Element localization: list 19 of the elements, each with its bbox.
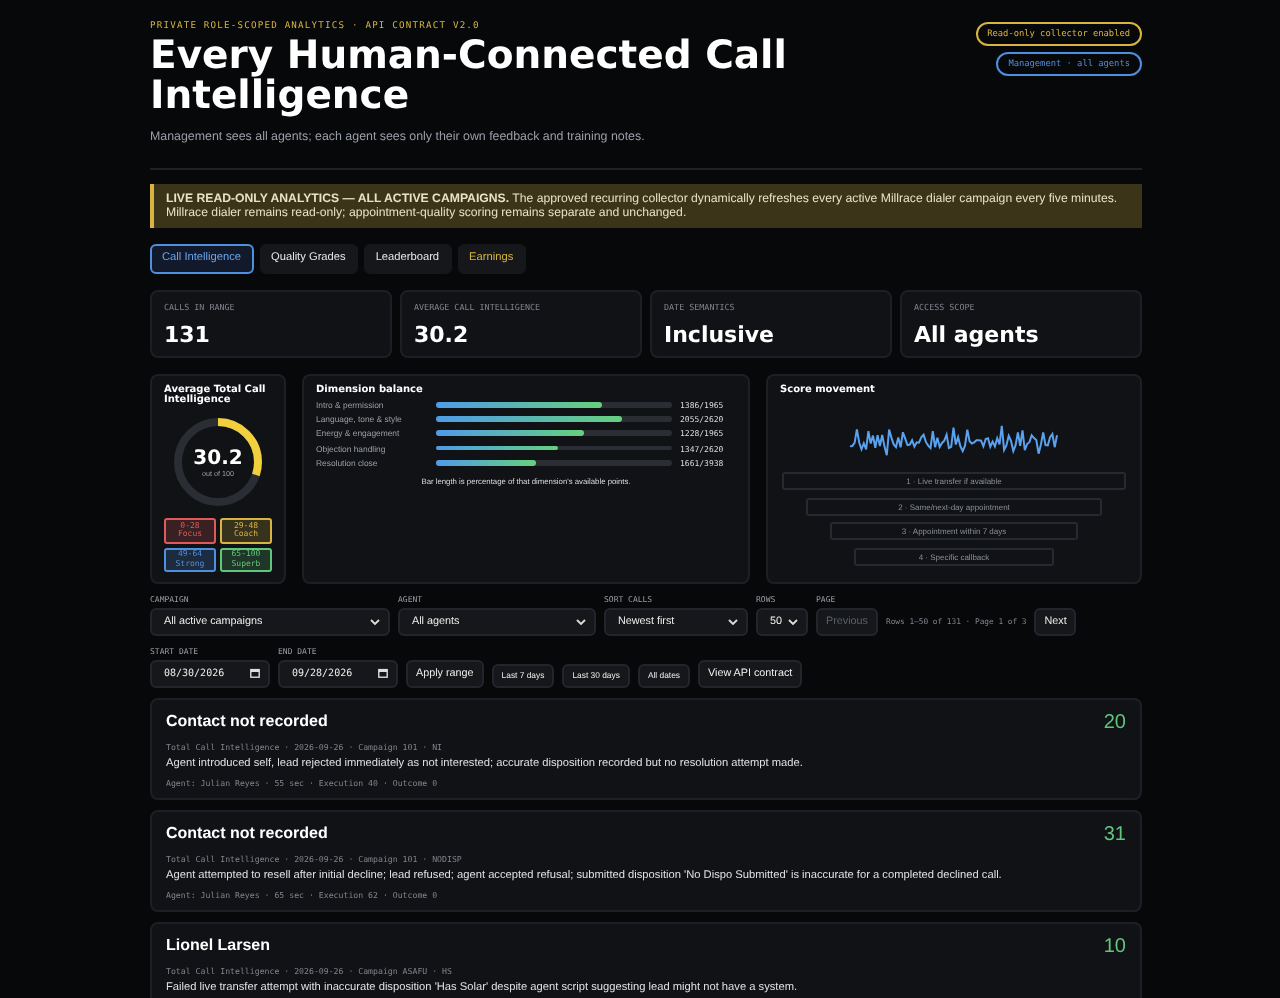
calendar-icon [250,668,260,679]
stat-value: Inclusive [664,321,776,348]
call-score: 10 [1103,935,1126,958]
call-title: Contact not recorded [166,823,328,842]
stat-value: 131 [164,321,212,348]
call-score: 20 [1103,711,1126,734]
gauge-value: 30.2 [193,447,243,469]
calendar-icon [378,668,388,679]
page-title: Every Human-Connected Call Intelligence [150,36,789,116]
chevron-icon [370,617,380,626]
gauge-ring [170,414,266,510]
stat-value: 30.2 [414,321,471,348]
chevron-icon [576,617,586,626]
chevron-icon [728,617,738,626]
chevron-icon [788,617,798,626]
call-title: Contact not recorded [166,711,328,730]
stat-value: All agents [914,321,1041,348]
call-title: Lionel Larsen [166,935,271,954]
call-score: 31 [1103,823,1126,846]
